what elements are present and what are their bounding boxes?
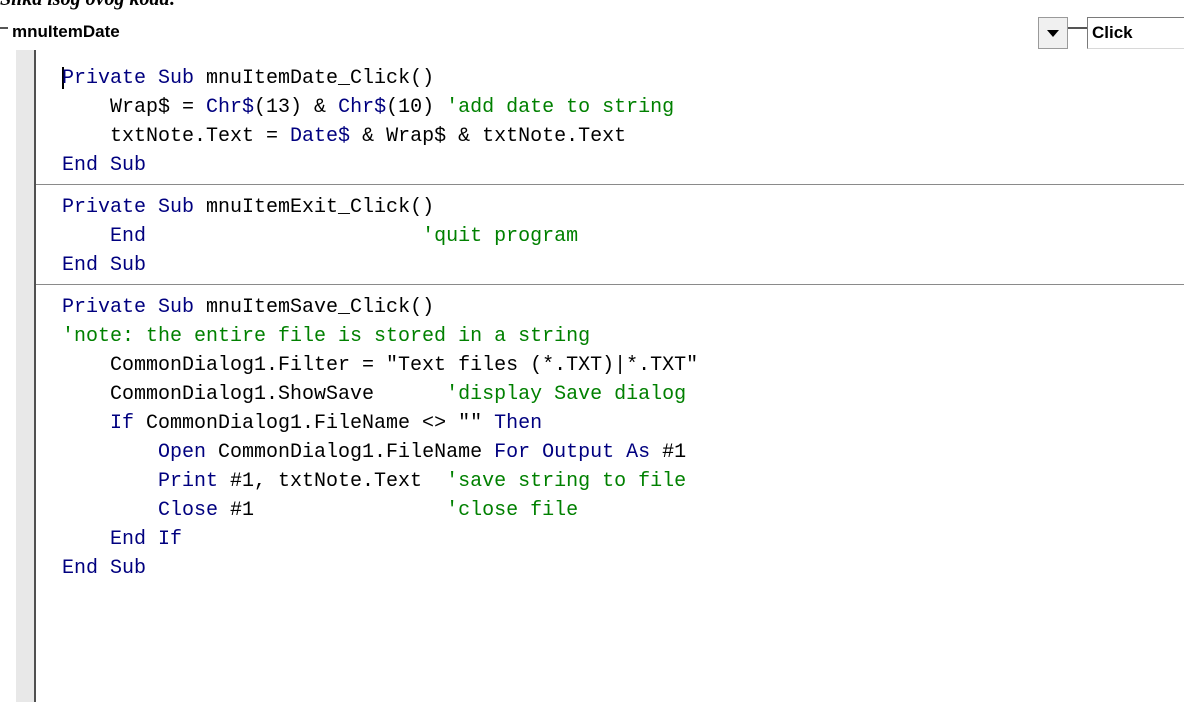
code-text: CommonDialog1.ShowSave — [62, 383, 447, 406]
caption: Slika isog ovog koda: — [0, 0, 176, 11]
code-keyword: End Sub — [62, 254, 147, 277]
code-line[interactable]: Print #1, txtNote.Text 'save string to f… — [36, 467, 1184, 496]
code-line[interactable]: Private Sub mnuItemDate_Click() — [36, 64, 1184, 93]
code-keyword: Print — [62, 470, 231, 493]
code-line[interactable]: If CommonDialog1.FileName <> "" Then — [36, 409, 1184, 438]
code-text: txtNote.Text = — [62, 125, 291, 148]
code-comment: 'display Save dialog — [446, 383, 687, 406]
code-editor[interactable]: Private Sub mnuItemDate_Click() Wrap$ = … — [0, 50, 1184, 702]
code-text: (13) & — [254, 96, 339, 119]
code-line[interactable]: CommonDialog1.Filter = "Text files (*.TX… — [36, 351, 1184, 380]
chevron-down-icon — [1047, 29, 1059, 37]
code-line[interactable]: txtNote.Text = Date$ & Wrap$ & txtNote.T… — [36, 122, 1184, 151]
code-keyword: End Sub — [62, 557, 147, 580]
code-line[interactable]: Close #1 'close file — [36, 496, 1184, 525]
code-keyword: Date$ — [290, 125, 351, 148]
code-text: Wrap$ = — [62, 96, 207, 119]
code-keyword: End If — [62, 528, 183, 551]
code-line[interactable]: Open CommonDialog1.FileName For Output A… — [36, 438, 1184, 467]
code-text: & Wrap$ & txtNote.Text — [350, 125, 627, 148]
code-line[interactable]: CommonDialog1.ShowSave 'display Save dia… — [36, 380, 1184, 409]
code-keyword: Open — [62, 441, 219, 464]
procedure-dropdown[interactable]: Click — [1087, 17, 1184, 49]
code-keyword: Private Sub — [62, 196, 207, 219]
code-line[interactable]: End If — [36, 525, 1184, 554]
code-keyword: Close — [62, 499, 231, 522]
code-text: CommonDialog1.FileName <> "" — [146, 412, 495, 435]
object-dropdown[interactable]: mnuItemDate — [8, 17, 1068, 49]
code-keyword: For Output As — [494, 441, 663, 464]
code-text: mnuItemExit_Click() — [206, 196, 435, 219]
code-comment: 'add date to string — [446, 96, 675, 119]
code-line[interactable]: Private Sub mnuItemExit_Click() — [36, 193, 1184, 222]
code-text: mnuItemDate_Click() — [206, 67, 435, 90]
procedure-separator — [36, 284, 1184, 285]
code-line[interactable]: End Sub — [36, 554, 1184, 583]
code-comment: 'close file — [446, 499, 579, 522]
code-comment: 'note: the entire file is stored in a st… — [62, 325, 591, 348]
code-keyword: Then — [494, 412, 543, 435]
code-line[interactable]: Private Sub mnuItemSave_Click() — [36, 293, 1184, 322]
code-comment: 'save string to file — [446, 470, 687, 493]
code-text: #1 — [662, 441, 687, 464]
code-line[interactable]: 'note: the entire file is stored in a st… — [36, 322, 1184, 351]
code-keyword: Private Sub — [62, 296, 207, 319]
code-text: (10) — [386, 96, 447, 119]
code-keyword: Private Sub — [62, 67, 207, 90]
code-comment: 'quit program — [422, 225, 579, 248]
procedure-separator — [36, 184, 1184, 185]
code-keyword: If — [62, 412, 147, 435]
code-text: #1, txtNote.Text — [230, 470, 447, 493]
code-text: CommonDialog1.Filter = "Text files (*.TX… — [62, 354, 699, 377]
object-dropdown-button[interactable] — [1038, 17, 1068, 49]
code-text: #1 — [230, 499, 447, 522]
code-text: mnuItemSave_Click() — [206, 296, 435, 319]
object-dropdown-value: mnuItemDate — [12, 22, 120, 41]
code-keyword: End Sub — [62, 154, 147, 177]
code-line[interactable]: Wrap$ = Chr$(13) & Chr$(10) 'add date to… — [36, 93, 1184, 122]
code-line[interactable]: End 'quit program — [36, 222, 1184, 251]
code-line[interactable]: End Sub — [36, 251, 1184, 280]
code-line[interactable]: End Sub — [36, 151, 1184, 180]
code-keyword: Chr$ — [206, 96, 255, 119]
procedure-dropdown-value: Click — [1092, 23, 1133, 42]
code-text: CommonDialog1.FileName — [218, 441, 495, 464]
code-keyword: Chr$ — [338, 96, 387, 119]
code-keyword: End — [62, 225, 147, 248]
code-area[interactable]: Private Sub mnuItemDate_Click() Wrap$ = … — [36, 64, 1184, 583]
margin-indicator-bar[interactable] — [16, 50, 36, 702]
code-window-toolbar: mnuItemDate Click — [0, 11, 1184, 49]
